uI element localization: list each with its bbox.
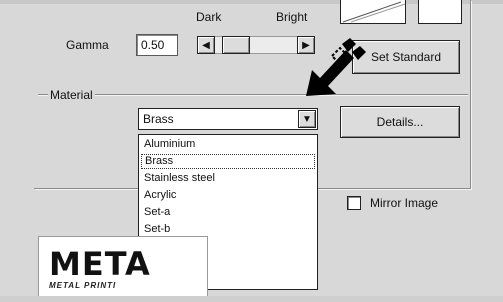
gamma-label: Gamma (66, 38, 109, 52)
tone-curve-preview (340, 0, 406, 24)
material-group-label: Material (48, 88, 95, 102)
mirror-image-label: Mirror Image (370, 196, 439, 210)
material-select[interactable]: Brass ▼ (138, 108, 318, 130)
material-option[interactable]: Set-b (141, 222, 315, 237)
chevron-down-icon: ▼ (302, 113, 312, 125)
bright-label: Bright (276, 10, 308, 24)
details-button[interactable]: Details... (340, 106, 460, 138)
logo-text: META (49, 245, 151, 283)
set-standard-label: Set Standard (370, 50, 442, 64)
gamma-decrease-button[interactable]: ◀ (197, 36, 215, 54)
material-option[interactable]: Set-a (141, 205, 315, 220)
material-selected-value: Brass (143, 112, 174, 126)
dark-label: Dark (196, 10, 222, 24)
bottom-strip (0, 296, 503, 302)
material-option[interactable]: Brass (141, 154, 315, 169)
gamma-slider-thumb[interactable] (222, 36, 250, 54)
pointer-arrow-icon (306, 38, 366, 96)
color-preview (418, 0, 462, 24)
tone-curve-icon (342, 1, 406, 23)
logo: META METAL PRINTI (38, 236, 208, 298)
material-option[interactable]: Aluminium (141, 137, 315, 152)
logo-subtext: METAL PRINTI (49, 281, 117, 290)
details-label: Details... (376, 115, 424, 129)
material-option[interactable]: Acrylic (141, 188, 315, 203)
left-arrow-icon: ◀ (202, 39, 210, 51)
material-dropdown-button[interactable]: ▼ (298, 110, 316, 128)
gamma-value-field[interactable]: 0.50 (136, 34, 178, 56)
material-option[interactable]: Stainless steel (141, 171, 315, 186)
mirror-image-checkbox[interactable] (347, 196, 361, 210)
